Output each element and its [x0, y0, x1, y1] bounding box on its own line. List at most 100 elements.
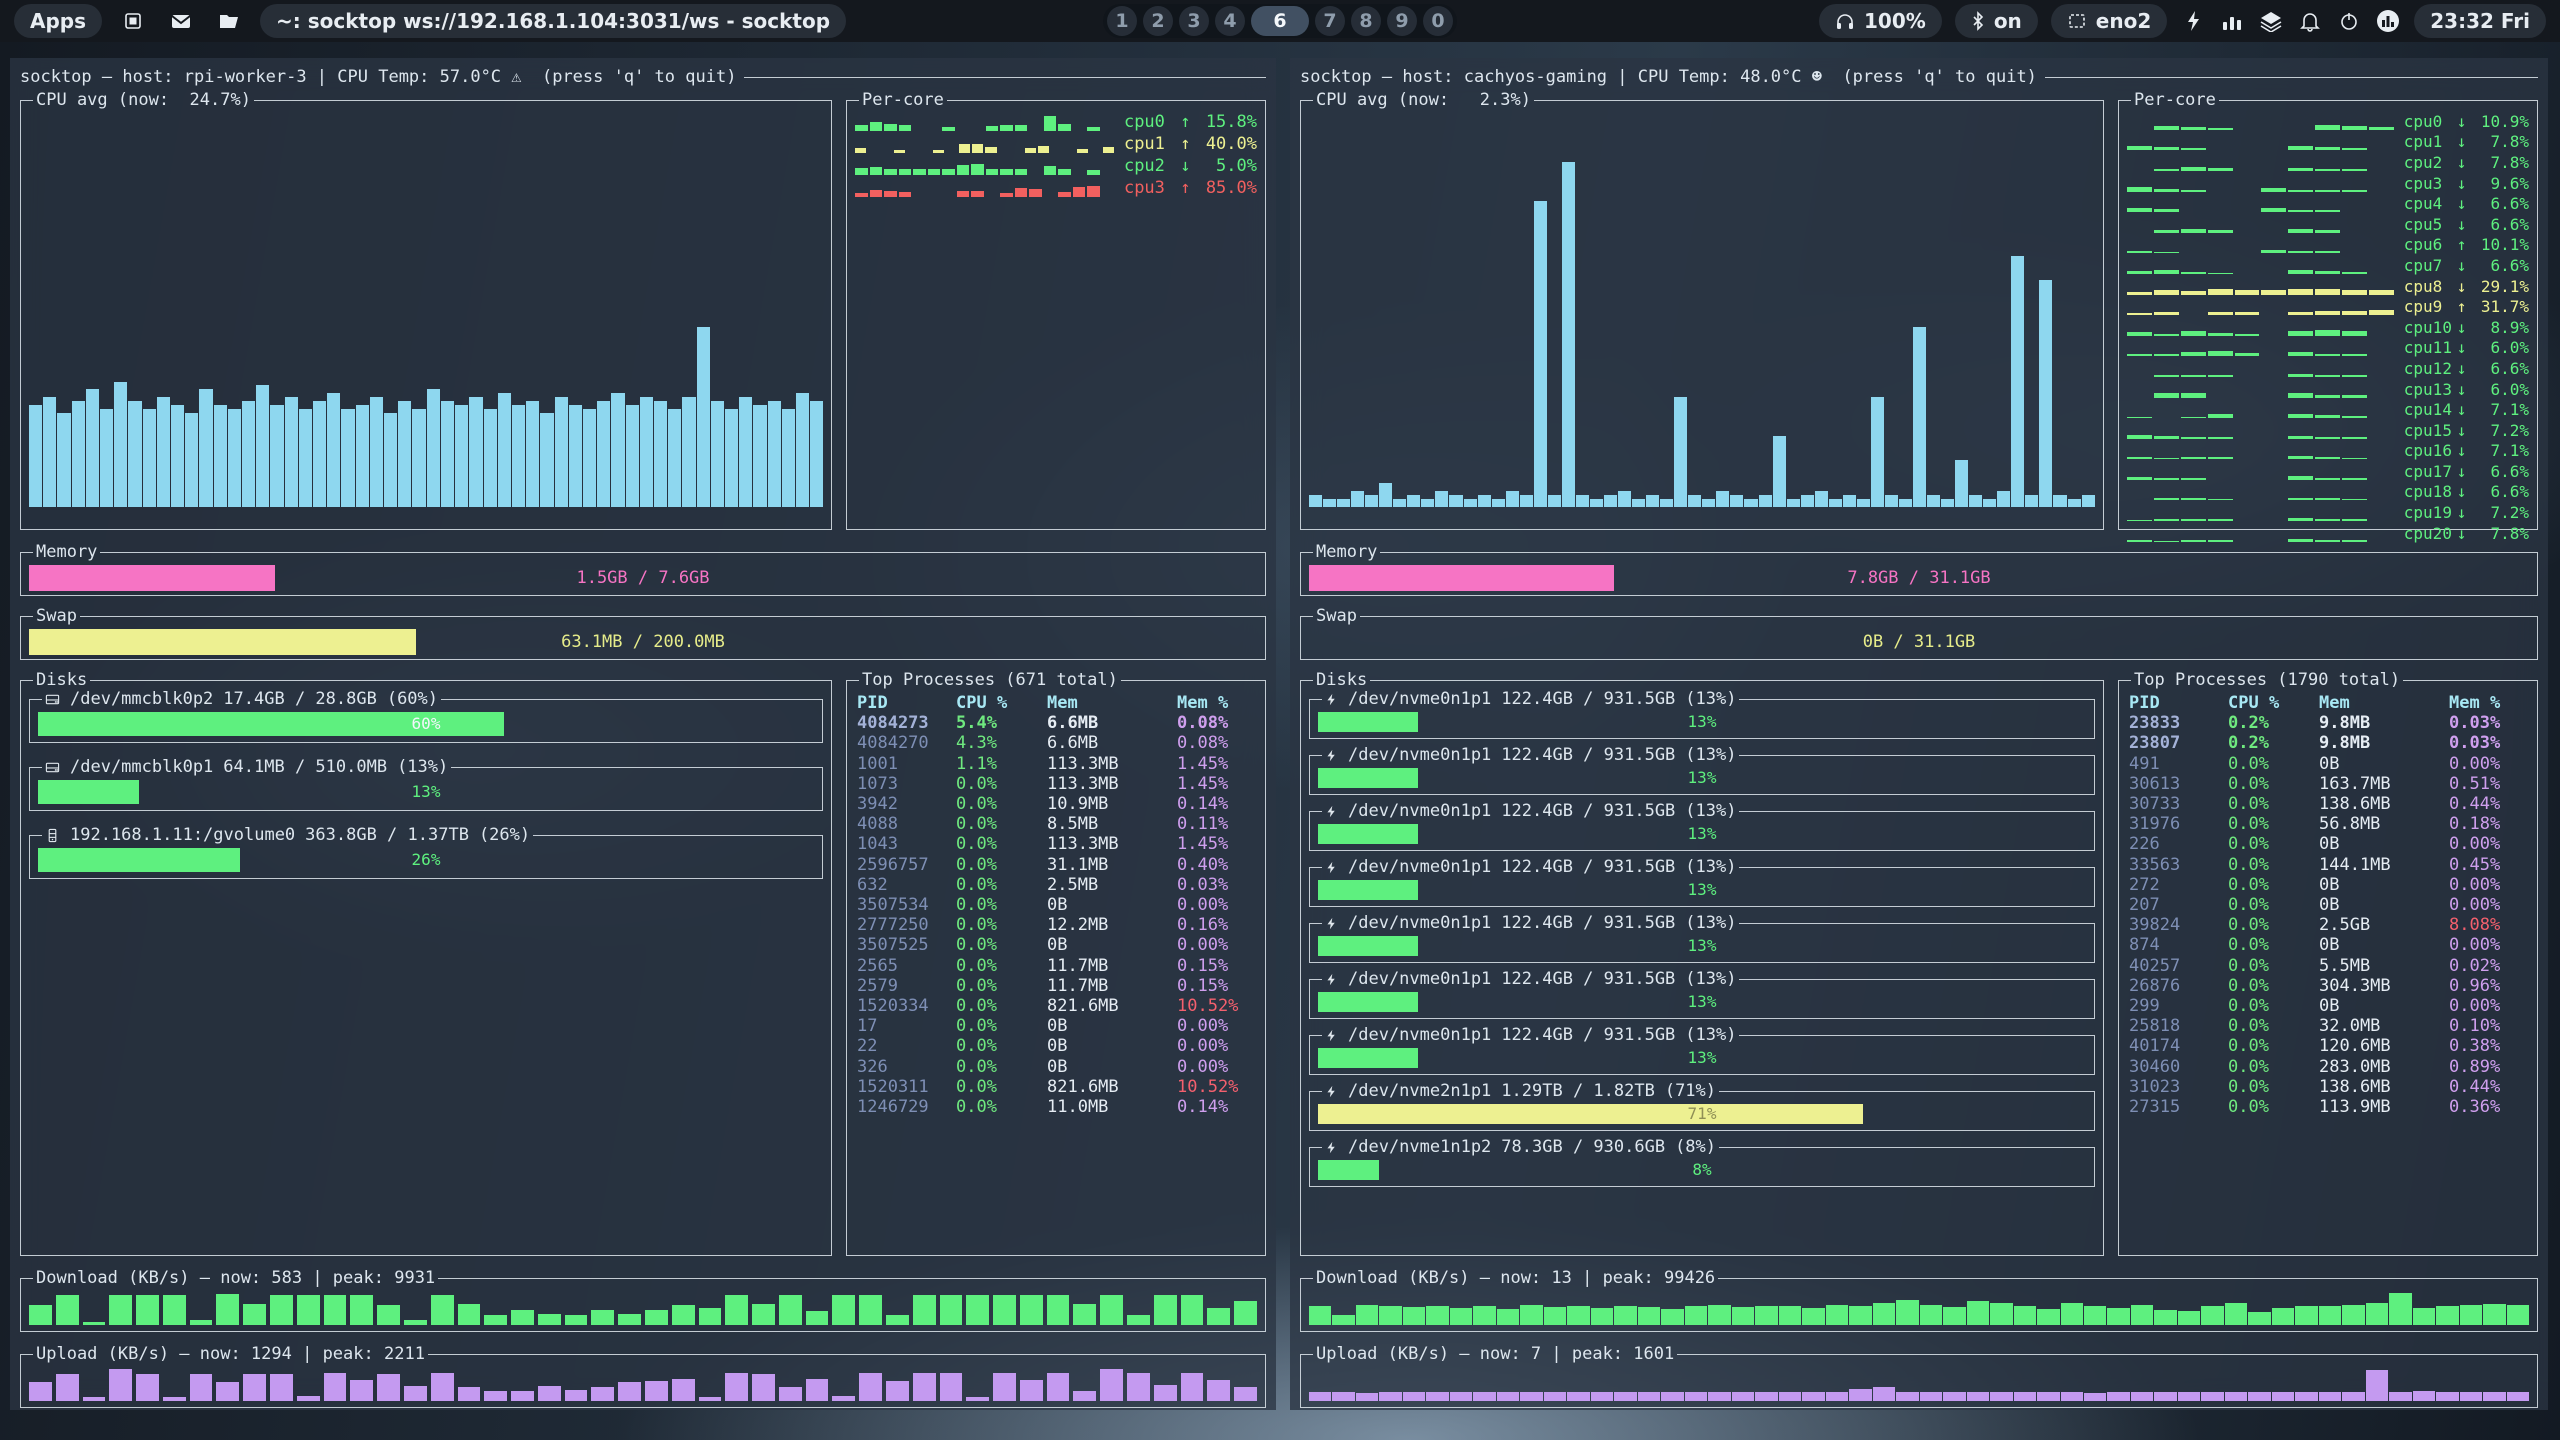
spark-bar: [899, 125, 912, 130]
storage-bolt-icon: [1325, 1140, 1338, 1155]
chart-bar: [1047, 1295, 1070, 1325]
mem-cell: 304.3MB: [2319, 976, 2449, 996]
chart-bar: [583, 409, 596, 507]
chart-bar: [370, 397, 383, 507]
volume-pill[interactable]: 100%: [1819, 4, 1942, 38]
cpu-percent-cell: 0.0%: [2228, 855, 2319, 875]
mem-cell: 10.9MB: [1047, 794, 1177, 814]
workspace-7[interactable]: 7: [1315, 6, 1345, 36]
core-sparkline: [2127, 278, 2394, 295]
stats-button[interactable]: [2219, 8, 2245, 34]
chart-bar: [2039, 280, 2052, 507]
bluetooth-pill[interactable]: on: [1955, 4, 2038, 38]
workspace-6-active[interactable]: 6: [1251, 6, 1309, 36]
window-button[interactable]: [116, 4, 150, 38]
pid-cell: 17: [857, 1016, 956, 1036]
storage-bolt-icon: [1325, 916, 1338, 931]
window-title-pill[interactable]: ~: socktop ws://192.168.1.104:3031/ws - …: [260, 4, 846, 38]
chart-bar: [1323, 499, 1336, 507]
clock-pill[interactable]: 23:32 Fri: [2414, 4, 2546, 38]
spark-bar: [2342, 126, 2367, 130]
spark-bar: [2315, 395, 2340, 398]
cpu-percent-cell: 0.0%: [956, 794, 1047, 814]
spark-bar: [1058, 169, 1071, 174]
network-pill[interactable]: eno2: [2051, 4, 2167, 38]
chart-bar: [1365, 495, 1378, 507]
chart-bar: [190, 1374, 213, 1401]
workspace-3[interactable]: 3: [1179, 6, 1209, 36]
chart-bar: [2154, 1392, 2176, 1401]
chart-bar: [1896, 1300, 1918, 1325]
chart-bar: [2061, 1303, 2083, 1325]
top-processes-title: Top Processes (671 total): [859, 672, 1121, 689]
spark-bar: [2369, 290, 2394, 294]
disk-name: /dev/nvme2n1p1: [1348, 1083, 1491, 1100]
chart-bar: [1207, 1380, 1230, 1401]
chart-bar: [753, 405, 766, 507]
layers-button[interactable]: [2258, 8, 2284, 34]
chart-bar: [1351, 491, 1364, 507]
chart-bar: [313, 401, 326, 507]
disk-bar-track: 13%: [1318, 936, 2086, 956]
chart-bar: [511, 1391, 534, 1401]
spark-bar: [2127, 477, 2152, 480]
spark-bar: [2181, 331, 2206, 335]
mem-percent-cell: 0.44%: [2449, 794, 2529, 814]
core-row-cpu12: cpu12↓6.6%: [2127, 358, 2529, 379]
chart-bar: [1356, 1305, 1378, 1325]
storage-bolt-icon: [1325, 804, 1338, 819]
workspace-0[interactable]: 0: [1423, 6, 1453, 36]
pid-cell: 31023: [2129, 1077, 2228, 1097]
workspace-1[interactable]: 1: [1107, 6, 1137, 36]
chart-bar: [327, 393, 340, 507]
chart-bar: [913, 1373, 936, 1401]
monitor-applet-button[interactable]: [2375, 8, 2401, 34]
core-name: cpu16: [2404, 441, 2452, 460]
chart-bar: [350, 1295, 373, 1325]
pid-cell: 272: [2129, 875, 2228, 895]
power-profile-button[interactable]: [2180, 8, 2206, 34]
chart-bar: [1309, 1306, 1331, 1325]
disk-entry-title: /dev/nvme0n1p1122.4GB / 931.5GB(13%): [1322, 803, 1739, 820]
power-button[interactable]: [2336, 8, 2362, 34]
apps-button[interactable]: Apps: [14, 4, 102, 38]
chart-bar: [56, 1295, 79, 1325]
spark-bar: [1058, 124, 1071, 131]
files-button[interactable]: [212, 4, 246, 38]
notifications-button[interactable]: [2297, 8, 2323, 34]
core-sparkline: [2127, 339, 2394, 356]
terminal-window-cachyos-gaming[interactable]: socktop — host: cachyos-gaming | CPU Tem…: [1290, 58, 2548, 1410]
workspace-2[interactable]: 2: [1143, 6, 1173, 36]
chart-bar: [1478, 495, 1491, 507]
spark-bar: [2154, 147, 2179, 150]
disk-bar-track: 13%: [1318, 992, 2086, 1012]
workspace-8[interactable]: 8: [1351, 6, 1381, 36]
chart-bar: [1646, 495, 1659, 507]
chart-bar: [109, 1295, 132, 1325]
workspace-4[interactable]: 4: [1215, 6, 1245, 36]
process-table: PIDCPU %MemMem %40842735.4%6.6MB0.08%408…: [855, 691, 1257, 1117]
spark-bar: [2208, 312, 2233, 315]
spark-bar: [2181, 375, 2206, 377]
core-usage-value: 5.0%: [1196, 156, 1257, 176]
spark-bar: [2288, 251, 2313, 254]
disk-bar-label: 60%: [38, 712, 814, 736]
disk-name: /dev/nvme0n1p1: [1348, 747, 1491, 764]
mail-button[interactable]: [164, 4, 198, 38]
chart-bar: [1674, 397, 1687, 507]
mem-percent-cell: 0.00%: [2449, 996, 2529, 1016]
terminal-window-rpi-worker-3[interactable]: socktop — host: rpi-worker-3 | CPU Temp:…: [10, 58, 1276, 1410]
spark-bar: [2181, 393, 2206, 398]
mem-percent-cell: 0.96%: [2449, 976, 2529, 996]
chart-bar: [1379, 483, 1392, 507]
chart-bar: [2014, 1392, 2036, 1401]
chart-bar: [2483, 1304, 2505, 1325]
spark-bar: [2154, 169, 2179, 171]
disk-entry: /dev/mmcblk0p217.4GB / 28.8GB(60%)60%: [29, 691, 823, 743]
spark-bar: [2127, 520, 2152, 521]
spark-bar: [884, 169, 897, 174]
workspace-9[interactable]: 9: [1387, 6, 1417, 36]
core-usage-value: 7.2%: [2471, 503, 2529, 522]
chart-bar: [1450, 1308, 1472, 1325]
chart-bar: [591, 1387, 614, 1401]
